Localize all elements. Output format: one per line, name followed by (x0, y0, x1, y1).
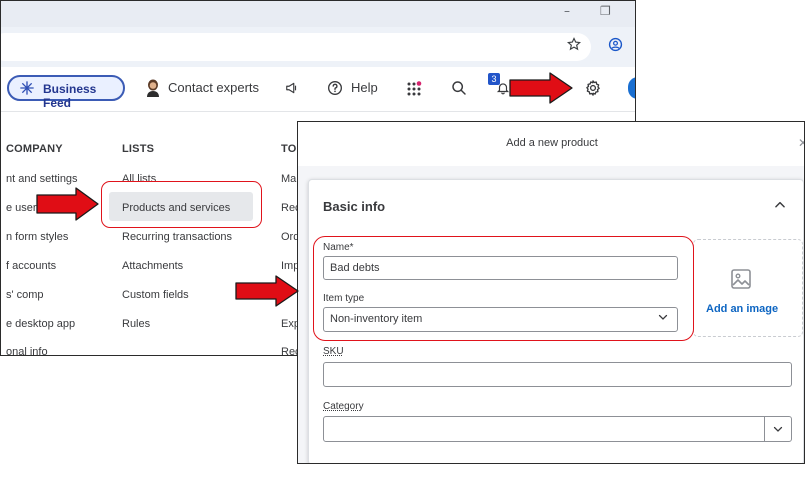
arrow-to-dialog (235, 275, 299, 307)
arrow-to-gear (509, 72, 573, 104)
arrow-to-products (36, 187, 99, 221)
annotation-arrows (36, 72, 573, 307)
